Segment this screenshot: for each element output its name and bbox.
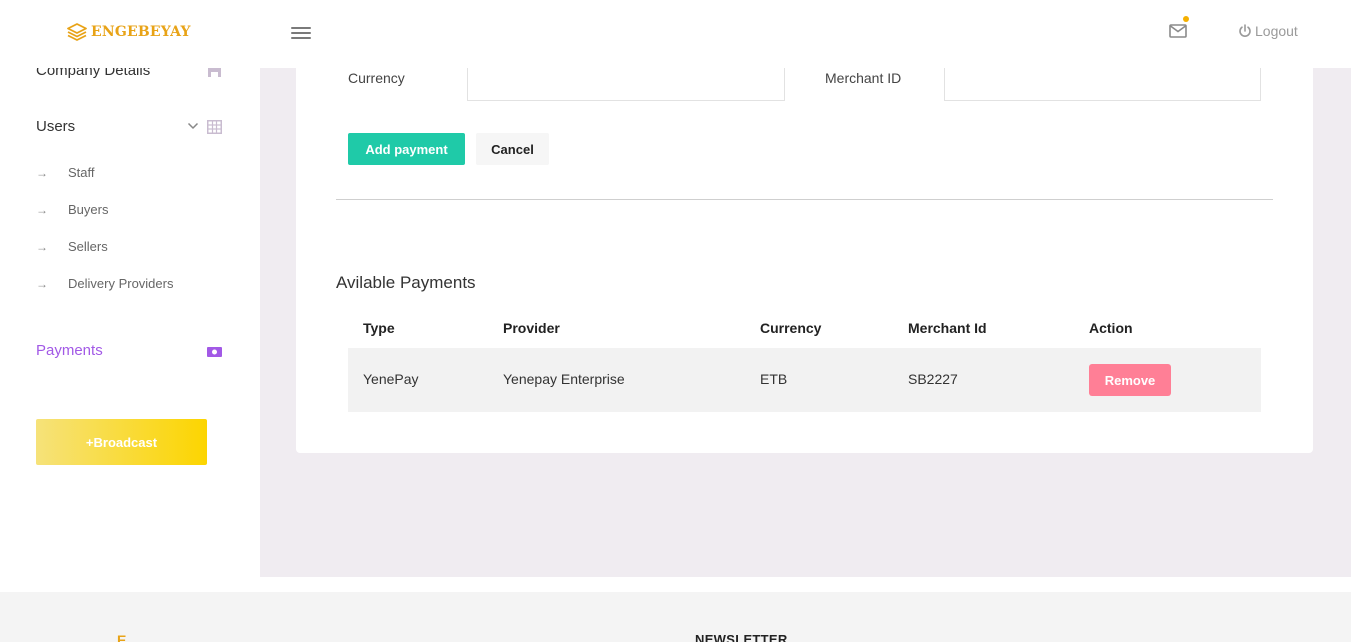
cell-merchant-id: SB2227 [908,371,958,387]
section-divider [336,199,1273,200]
brand-name: ENGEBEYAY [91,24,191,40]
menu-toggle-icon[interactable] [291,27,311,41]
layers-icon [67,23,87,41]
cell-provider: Yenepay Enterprise [503,371,625,387]
footer-logo: E [117,632,127,642]
footer-newsletter-heading: NEWSLETTER [695,632,788,642]
sidebar-subitem-label: Buyers [68,202,109,217]
sidebar-subitem-label: Delivery Providers [68,276,174,291]
logout-label: Logout [1255,23,1298,39]
cell-currency: ETB [760,371,788,387]
payments-table: Type Provider Currency Merchant Id Actio… [348,310,1261,412]
arrow-right-icon: → [36,165,48,180]
arrow-right-icon: → [36,276,48,291]
column-header-provider: Provider [503,320,560,336]
payment-card: Currency Merchant ID Add payment Cancel … [296,68,1313,453]
store-icon [208,68,221,77]
sidebar-item-payments[interactable]: Payments [36,342,103,359]
column-header-merchant-id: Merchant Id [908,320,987,336]
table-row: YenePay Yenepay Enterprise ETB SB2227 Re… [348,348,1261,412]
broadcast-button[interactable]: +Broadcast [36,419,207,465]
brand-logo[interactable]: ENGEBEYAY [66,22,191,42]
cancel-button[interactable]: Cancel [476,133,549,165]
sidebar-item-label: Payments [36,342,103,359]
payments-section-title: Avilable Payments [336,273,476,292]
sidebar-subitem-label: Staff [68,165,95,180]
column-header-action: Action [1089,320,1133,336]
mail-icon[interactable] [1169,16,1189,42]
main-content: Currency Merchant ID Add payment Cancel … [260,68,1351,577]
arrow-right-icon: → [36,239,48,254]
add-payment-button[interactable]: Add payment [348,133,465,165]
column-header-currency: Currency [760,320,822,336]
sidebar-subitem-label: Sellers [68,239,108,254]
sidebar-item-label: Users [36,118,76,135]
sidebar-subitem-sellers[interactable]: → Sellers [36,239,108,254]
sidebar-subitem-buyers[interactable]: → Buyers [36,202,108,217]
logout-link[interactable]: Logout [1238,23,1298,39]
cell-type: YenePay [363,371,419,387]
sidebar-subitem-delivery-providers[interactable]: → Delivery Providers [36,276,173,291]
column-header-type: Type [363,320,395,336]
remove-button[interactable]: Remove [1089,364,1171,396]
sidebar: Company Details Users → Staff → Buyers →… [0,62,260,577]
footer: E NEWSLETTER [0,592,1351,642]
arrow-right-icon: → [36,202,48,217]
currency-input[interactable] [467,68,785,101]
sidebar-subitem-staff[interactable]: → Staff [36,165,95,180]
top-header: ENGEBEYAY Logout [0,0,1351,68]
merchant-id-input[interactable] [944,68,1261,101]
chevron-down-icon[interactable] [187,122,199,130]
merchant-id-label: Merchant ID [825,70,902,86]
table-header: Type Provider Currency Merchant Id Actio… [348,310,1261,348]
money-icon [207,347,222,357]
grid-icon [207,120,222,134]
currency-label: Currency [348,70,405,86]
sidebar-item-users[interactable]: Users [36,118,75,135]
notification-dot [1183,16,1189,22]
power-icon [1239,24,1251,37]
